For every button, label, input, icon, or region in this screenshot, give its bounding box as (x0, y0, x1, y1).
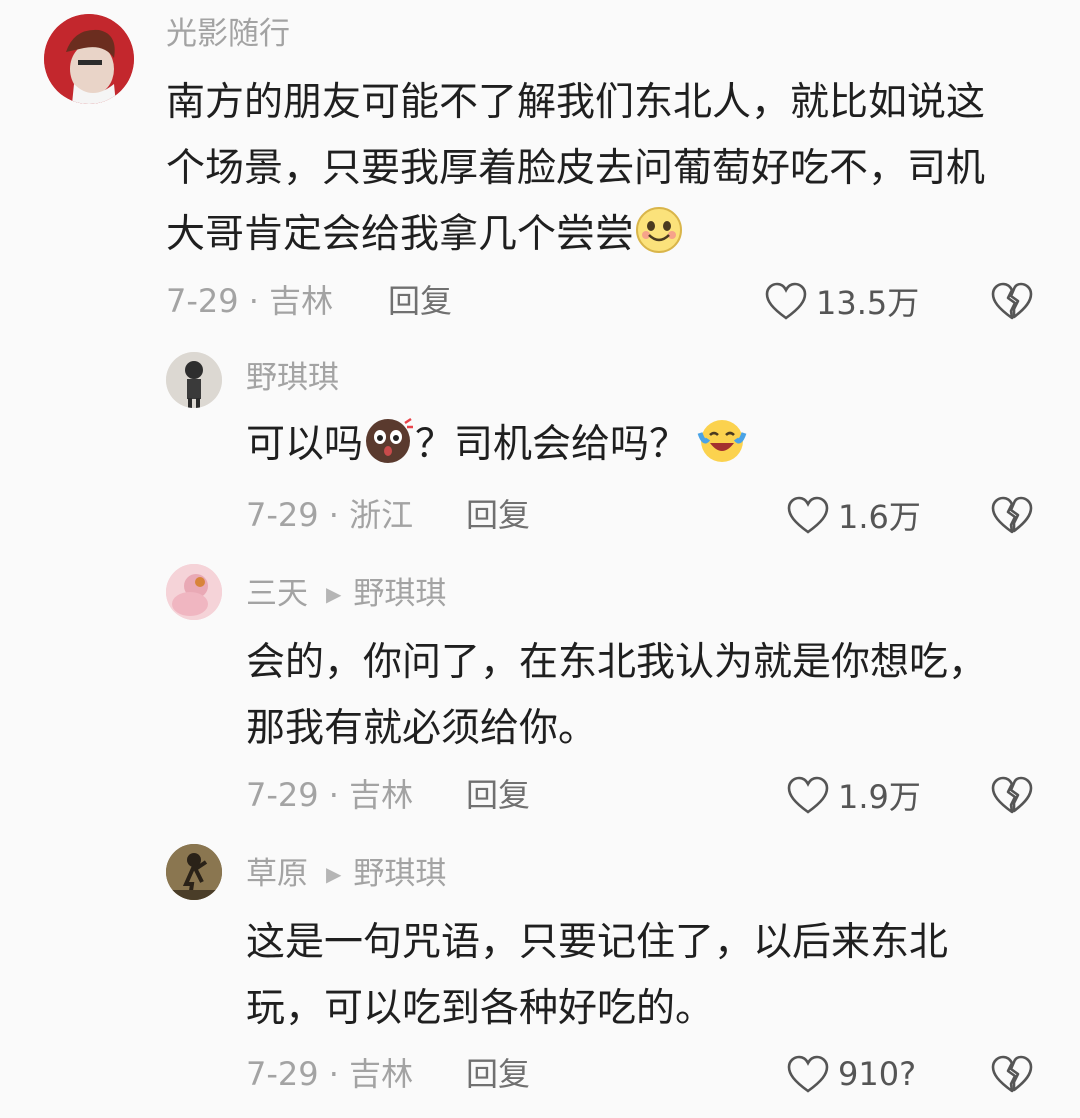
comment-date-location: 7-29 · 吉林 (166, 282, 334, 320)
reply-arrow-icon: ▶ (326, 582, 342, 606)
comment-text-line: 南方的朋友可能不了解我们东北人，就比如说这 (166, 80, 986, 125)
comment-text-line: 那我有就必须给你。 (246, 706, 598, 751)
comment-text: 这是一句咒语，只要记住了，以后来东北 玩，可以吃到各种好吃的。 (246, 910, 1046, 1042)
comment-text-line: 大哥肯定会给我拿几个尝尝 (166, 202, 1046, 276)
like-button[interactable]: 1.6万 (786, 495, 921, 536)
comment-text-segment: 大哥肯定会给我拿几个尝尝 (166, 212, 635, 257)
reply-to-username: 野琪琪 (353, 856, 447, 892)
comment-item: 光影随行 南方的朋友可能不了解我们东北人，就比如说这 个场景，只要我厚着脸皮去问… (0, 0, 1080, 340)
like-count: 1.9万 (838, 778, 921, 816)
comment-date-location: 7-29 · 吉林 (246, 776, 414, 814)
like-button[interactable]: 13.5万 (764, 281, 920, 322)
comment-text-segment: 可以吗 (246, 422, 364, 467)
heart-icon (787, 496, 829, 534)
comment-text: 可以吗 ？司机会给吗？ (246, 412, 1046, 486)
comment-text-segment: ？司机会给吗？ (415, 422, 689, 467)
avatar[interactable] (44, 14, 134, 104)
surprised-emoji (363, 415, 415, 486)
comment-text: 南方的朋友可能不了解我们东北人，就比如说这 个场景，只要我厚着脸皮去问葡萄好吃不… (166, 70, 1046, 276)
username[interactable]: 三天 ▶ 野琪琪 (246, 574, 446, 614)
broken-heart-icon (991, 1055, 1033, 1093)
broken-heart-icon (991, 776, 1033, 814)
username-text: 三天 (246, 576, 308, 612)
like-count: 1.6万 (838, 498, 921, 536)
smile-emoji (634, 205, 684, 276)
broken-heart-icon (991, 496, 1033, 534)
comment-text-line: 这是一句咒语，只要记住了，以后来东北 (246, 920, 949, 965)
username[interactable]: 草原 ▶ 野琪琪 (246, 854, 446, 894)
reply-button[interactable]: 回复 (466, 775, 530, 815)
comment-item: 草原 ▶ 野琪琪 这是一句咒语，只要记住了，以后来东北 玩，可以吃到各种好吃的。 7… (0, 832, 1080, 1118)
broken-heart-icon (991, 282, 1033, 320)
comment-date-location: 7-29 · 吉林 (246, 1055, 414, 1093)
username[interactable]: 光影随行 (166, 14, 290, 54)
username-text: 草原 (246, 856, 308, 892)
comment-date-location: 7-29 · 浙江 (246, 496, 414, 534)
like-button[interactable]: 910? (786, 1054, 916, 1094)
dislike-button[interactable] (990, 775, 1034, 815)
comment-text-line: 个场景，只要我厚着脸皮去问葡萄好吃不，司机 (166, 146, 986, 191)
heart-icon (765, 282, 807, 320)
avatar[interactable] (166, 352, 222, 408)
comment-text-line: 玩，可以吃到各种好吃的。 (246, 986, 715, 1031)
heart-icon (787, 776, 829, 814)
comment-text: 会的，你问了，在东北我认为就是你想吃， 那我有就必须给你。 (246, 630, 1046, 762)
comment-item: 三天 ▶ 野琪琪 会的，你问了，在东北我认为就是你想吃， 那我有就必须给你。 7-2… (0, 550, 1080, 832)
laughing-crying-emoji (696, 415, 748, 486)
like-count: 910? (838, 1055, 917, 1093)
dislike-button[interactable] (990, 1054, 1034, 1094)
reply-button[interactable]: 回复 (466, 1054, 530, 1094)
reply-to-username: 野琪琪 (353, 576, 447, 612)
comment-item: 野琪琪 可以吗 ？司机会给吗？ 7-29 · 浙江 回复 1.6万 (0, 340, 1080, 550)
like-count: 13.5万 (816, 284, 920, 322)
dislike-button[interactable] (990, 495, 1034, 535)
like-button[interactable]: 1.9万 (786, 775, 921, 816)
dislike-button[interactable] (990, 281, 1034, 321)
comment-text-line: 会的，你问了，在东北我认为就是你想吃， (246, 640, 988, 685)
heart-icon (787, 1055, 829, 1093)
avatar[interactable] (166, 564, 222, 620)
reply-arrow-icon: ▶ (326, 862, 342, 886)
comment-text-line: 可以吗 ？司机会给吗？ (246, 412, 1046, 486)
username[interactable]: 野琪琪 (246, 358, 339, 398)
reply-button[interactable]: 回复 (388, 281, 452, 321)
avatar[interactable] (166, 844, 222, 900)
reply-button[interactable]: 回复 (466, 495, 530, 535)
